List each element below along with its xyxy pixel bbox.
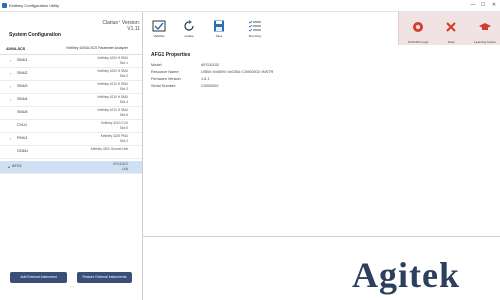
close-icon[interactable]: ✕ [489, 0, 499, 11]
tree-item-gndu[interactable]: GNDU Keithley 4200 Ground Unit [0, 146, 142, 159]
properties-list: Model: AFG31102 Resource Name: USB0::0x0… [151, 63, 351, 91]
tree-item-cvu1[interactable]: CVU1 Keithley 4210 CVU Slot 5 [0, 120, 142, 133]
tools-button[interactable]: Tools [437, 20, 465, 44]
tools-icon [446, 22, 456, 32]
maximize-icon[interactable]: ☐ [478, 0, 488, 11]
graduation-cap-icon [479, 23, 491, 30]
refresh-icon [184, 20, 194, 31]
chevron-right-icon[interactable]: › [10, 71, 11, 76]
learning-center-button[interactable]: Learning Center [471, 20, 499, 44]
tree-item-smu1[interactable]: › SMU1 Keithley 4200 H SMU Slot 1 [0, 55, 142, 68]
validset-button[interactable]: ValidSet [146, 20, 172, 46]
property-row: Model: AFG31102 [151, 63, 220, 67]
property-row: Serial Number: C0000002 [151, 84, 219, 88]
tree-item-smu5[interactable]: SMU5 Keithley 4210 H SMU Slot 6 [0, 107, 142, 120]
update-button[interactable]: update [176, 20, 202, 46]
tree-root-desc: Keithley 4200A-SCS Parameter Analyzer [66, 46, 128, 50]
config-tree-panel: 4200A-SCS Keithley 4200A-SCS Parameter A… [0, 45, 142, 300]
chevron-right-icon[interactable]: › [10, 84, 11, 89]
chevron-right-icon[interactable]: › [10, 136, 11, 141]
version-label: Clarius⁺ Version: V1.11 [102, 20, 140, 32]
chevron-right-icon[interactable]: › [10, 58, 11, 63]
watermark-logo: Agitek [352, 255, 460, 295]
right-toolbar: KXCI/SCI Logs Tools Learning Center [398, 12, 500, 45]
tree-item-afg1[interactable]: ▴ AFG1 AFG31102 LAN [0, 161, 142, 174]
summary-button[interactable]: Summary [242, 20, 268, 46]
property-row: Firmware Version: 1.6.1 [151, 77, 210, 81]
minimize-icon[interactable]: — [468, 0, 478, 11]
tree-item-smu3[interactable]: › SMU3 Keithley 4210 H SMU Slot 3 [0, 81, 142, 94]
save-icon [214, 20, 224, 32]
section-title: System Configuration [9, 32, 61, 38]
chevron-down-icon[interactable]: ▴ [8, 164, 10, 169]
add-external-instrument-button[interactable]: Add External Instrument [10, 272, 67, 283]
logs-button[interactable]: KXCI/SCI Logs [404, 20, 432, 44]
save-button[interactable]: Save [206, 20, 232, 46]
chevron-right-icon[interactable]: › [10, 97, 11, 102]
window-title: Keithley Configuration Utility [9, 3, 60, 8]
validate-icon [152, 20, 166, 32]
tree-root-name: 4200A-SCS [6, 47, 26, 51]
app-icon [2, 3, 7, 8]
summary-list-icon [248, 20, 261, 32]
window-titlebar: Keithley Configuration Utility — ☐ ✕ [0, 0, 500, 12]
restore-external-instruments-button[interactable]: Restore External Instruments [77, 272, 132, 283]
tree-item-smu2[interactable]: › SMU2 Keithley 4200 H SMU Slot 2 [0, 68, 142, 81]
tree-root[interactable]: 4200A-SCS Keithley 4200A-SCS Parameter A… [0, 45, 142, 55]
tree-item-smu4[interactable]: › SMU4 Keithley 4210 H SMU Slot 4 [0, 94, 142, 107]
tree-item-pmu1[interactable]: › PMU1 Keithley 4225 PMU Slot 2 [0, 133, 142, 146]
lifebuoy-icon [413, 22, 423, 32]
properties-title: AFG1 Properties [151, 52, 191, 58]
panel-separator [143, 236, 500, 237]
property-row: Resource Name: USB0::0x0699::0x0354::C00… [151, 70, 274, 74]
